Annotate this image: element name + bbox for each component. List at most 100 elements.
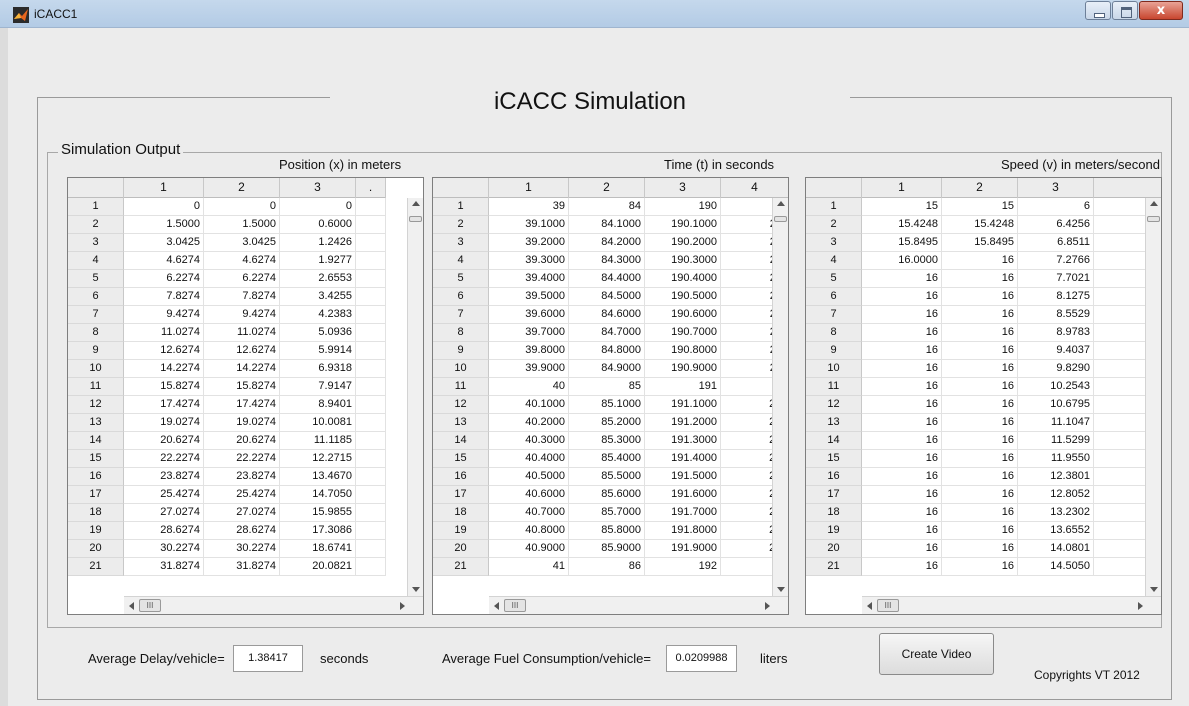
table-cell[interactable]: 22.2274 bbox=[124, 450, 204, 468]
table-cell[interactable]: 39.8000 bbox=[489, 342, 569, 360]
table-cell[interactable]: 16 bbox=[942, 432, 1018, 450]
table-cell[interactable]: 39.2000 bbox=[489, 234, 569, 252]
table-cell[interactable]: 191.3000 bbox=[645, 432, 721, 450]
table-cell[interactable]: 0 bbox=[204, 198, 280, 216]
table-cell[interactable]: 7.8274 bbox=[124, 288, 204, 306]
table-cell[interactable]: 190.6000 bbox=[645, 306, 721, 324]
table-cell[interactable]: 15.4248 bbox=[942, 216, 1018, 234]
table-cell[interactable]: 19.0274 bbox=[124, 414, 204, 432]
table-cell[interactable]: 15.9855 bbox=[280, 504, 356, 522]
table-cell[interactable]: 15.8274 bbox=[124, 378, 204, 396]
table-cell[interactable]: 191.8000 bbox=[645, 522, 721, 540]
table-cell[interactable]: 85.4000 bbox=[569, 450, 645, 468]
scroll-thumb[interactable] bbox=[1147, 216, 1160, 222]
table-cell[interactable]: 7.2766 bbox=[1018, 252, 1094, 270]
table-cell[interactable]: 4.6274 bbox=[124, 252, 204, 270]
horizontal-scrollbar[interactable]: III bbox=[489, 596, 788, 614]
scroll-down-icon[interactable] bbox=[777, 587, 785, 592]
table-cell[interactable]: 84.4000 bbox=[569, 270, 645, 288]
table-cell[interactable]: 39.6000 bbox=[489, 306, 569, 324]
column-header[interactable]: 4 bbox=[721, 178, 788, 198]
table-cell[interactable] bbox=[356, 252, 386, 270]
scroll-down-icon[interactable] bbox=[412, 587, 420, 592]
table-cell[interactable]: 15.8274 bbox=[204, 378, 280, 396]
column-header[interactable]: . bbox=[356, 178, 386, 198]
table-cell[interactable] bbox=[356, 342, 386, 360]
table-cell[interactable]: 16 bbox=[862, 270, 942, 288]
table-cell[interactable]: 31.8274 bbox=[204, 558, 280, 576]
table-cell[interactable]: 191.9000 bbox=[645, 540, 721, 558]
table-cell[interactable]: 16 bbox=[942, 252, 1018, 270]
column-header[interactable]: 1 bbox=[124, 178, 204, 198]
table-cell[interactable]: 17.4274 bbox=[204, 396, 280, 414]
column-header[interactable]: 2 bbox=[569, 178, 645, 198]
table-cell[interactable]: 0 bbox=[124, 198, 204, 216]
table-cell[interactable]: 7.7021 bbox=[1018, 270, 1094, 288]
table-cell[interactable]: 11.9550 bbox=[1018, 450, 1094, 468]
table-cell[interactable]: 40.3000 bbox=[489, 432, 569, 450]
scroll-left-icon[interactable] bbox=[129, 602, 134, 610]
table-cell[interactable]: 8.5529 bbox=[1018, 306, 1094, 324]
table-cell[interactable] bbox=[356, 486, 386, 504]
table-cell[interactable]: 16 bbox=[942, 306, 1018, 324]
table-cell[interactable] bbox=[356, 378, 386, 396]
table-cell[interactable] bbox=[356, 216, 386, 234]
table-cell[interactable]: 10.0081 bbox=[280, 414, 356, 432]
table-cell[interactable]: 16 bbox=[862, 540, 942, 558]
table-cell[interactable]: 84.5000 bbox=[569, 288, 645, 306]
table-cell[interactable]: 6 bbox=[1018, 198, 1094, 216]
scroll-right-icon[interactable] bbox=[1138, 602, 1143, 610]
scroll-right-icon[interactable] bbox=[400, 602, 405, 610]
table-cell[interactable]: 6.4256 bbox=[1018, 216, 1094, 234]
table-cell[interactable]: 16.0000 bbox=[862, 252, 942, 270]
table-cell[interactable]: 85.5000 bbox=[569, 468, 645, 486]
table-cell[interactable]: 16 bbox=[862, 396, 942, 414]
table-cell[interactable]: 0 bbox=[280, 198, 356, 216]
table-cell[interactable]: 190.5000 bbox=[645, 288, 721, 306]
scroll-down-icon[interactable] bbox=[1150, 587, 1158, 592]
table-cell[interactable]: 1.5000 bbox=[204, 216, 280, 234]
table-cell[interactable]: 6.2274 bbox=[204, 270, 280, 288]
table-cell[interactable]: 8.9401 bbox=[280, 396, 356, 414]
table-cell[interactable]: 16 bbox=[862, 378, 942, 396]
minimize-button[interactable] bbox=[1085, 1, 1111, 20]
table-cell[interactable] bbox=[356, 468, 386, 486]
table-cell[interactable] bbox=[356, 324, 386, 342]
table-cell[interactable]: 11.5299 bbox=[1018, 432, 1094, 450]
table-cell[interactable]: 31.8274 bbox=[124, 558, 204, 576]
table-cell[interactable]: 14.0801 bbox=[1018, 540, 1094, 558]
table-cell[interactable]: 40 bbox=[489, 378, 569, 396]
table-cell[interactable] bbox=[356, 432, 386, 450]
create-video-button[interactable]: Create Video bbox=[879, 633, 994, 675]
table-cell[interactable]: 40.8000 bbox=[489, 522, 569, 540]
table-cell[interactable]: 16 bbox=[862, 468, 942, 486]
scroll-up-icon[interactable] bbox=[777, 201, 785, 206]
table-cell[interactable]: 6.8511 bbox=[1018, 234, 1094, 252]
table-cell[interactable]: 1.9277 bbox=[280, 252, 356, 270]
table-cell[interactable]: 85 bbox=[569, 378, 645, 396]
table-cell[interactable] bbox=[356, 234, 386, 252]
table-cell[interactable] bbox=[356, 450, 386, 468]
table-cell[interactable]: 191.1000 bbox=[645, 396, 721, 414]
table-cell[interactable]: 84.2000 bbox=[569, 234, 645, 252]
table-cell[interactable]: 30.2274 bbox=[204, 540, 280, 558]
table-cell[interactable] bbox=[356, 414, 386, 432]
table-cell[interactable]: 191.4000 bbox=[645, 450, 721, 468]
table-cell[interactable]: 84.9000 bbox=[569, 360, 645, 378]
scroll-right-icon[interactable] bbox=[765, 602, 770, 610]
table-cell[interactable]: 0.6000 bbox=[280, 216, 356, 234]
table-cell[interactable]: 190.9000 bbox=[645, 360, 721, 378]
table-cell[interactable]: 4.6274 bbox=[204, 252, 280, 270]
column-header[interactable]: 3 bbox=[280, 178, 356, 198]
table-cell[interactable]: 15 bbox=[942, 198, 1018, 216]
fuel-value-field[interactable]: 0.0209988 bbox=[666, 645, 737, 672]
scroll-thumb[interactable] bbox=[409, 216, 422, 222]
table-cell[interactable]: 191.2000 bbox=[645, 414, 721, 432]
table-cell[interactable]: 1.2426 bbox=[280, 234, 356, 252]
column-header[interactable]: 1 bbox=[862, 178, 942, 198]
table-cell[interactable]: 16 bbox=[862, 522, 942, 540]
table-cell[interactable] bbox=[356, 198, 386, 216]
vertical-scrollbar[interactable] bbox=[1145, 198, 1161, 596]
table-cell[interactable]: 16 bbox=[942, 504, 1018, 522]
scroll-left-icon[interactable] bbox=[867, 602, 872, 610]
